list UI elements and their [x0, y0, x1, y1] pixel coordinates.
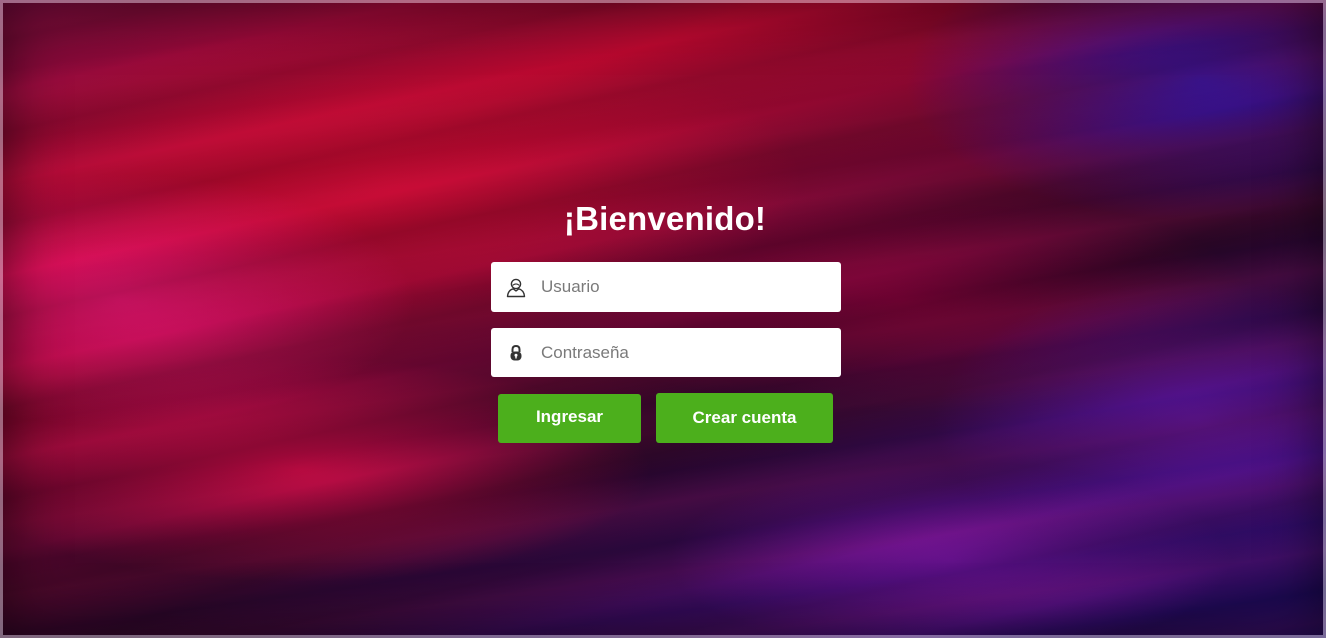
- welcome-title: ¡Bienvenido!: [563, 200, 767, 237]
- username-field[interactable]: [491, 262, 841, 312]
- login-button[interactable]: Ingresar: [498, 394, 641, 443]
- username-input[interactable]: [541, 277, 821, 297]
- password-input[interactable]: [541, 342, 821, 363]
- login-form: ¡Bienvenido! Ingresar Crear cuenta: [0, 0, 1326, 638]
- user-icon: [491, 262, 541, 312]
- create-account-button[interactable]: Crear cuenta: [656, 393, 833, 443]
- lock-icon: [491, 328, 541, 377]
- password-field[interactable]: [491, 328, 841, 377]
